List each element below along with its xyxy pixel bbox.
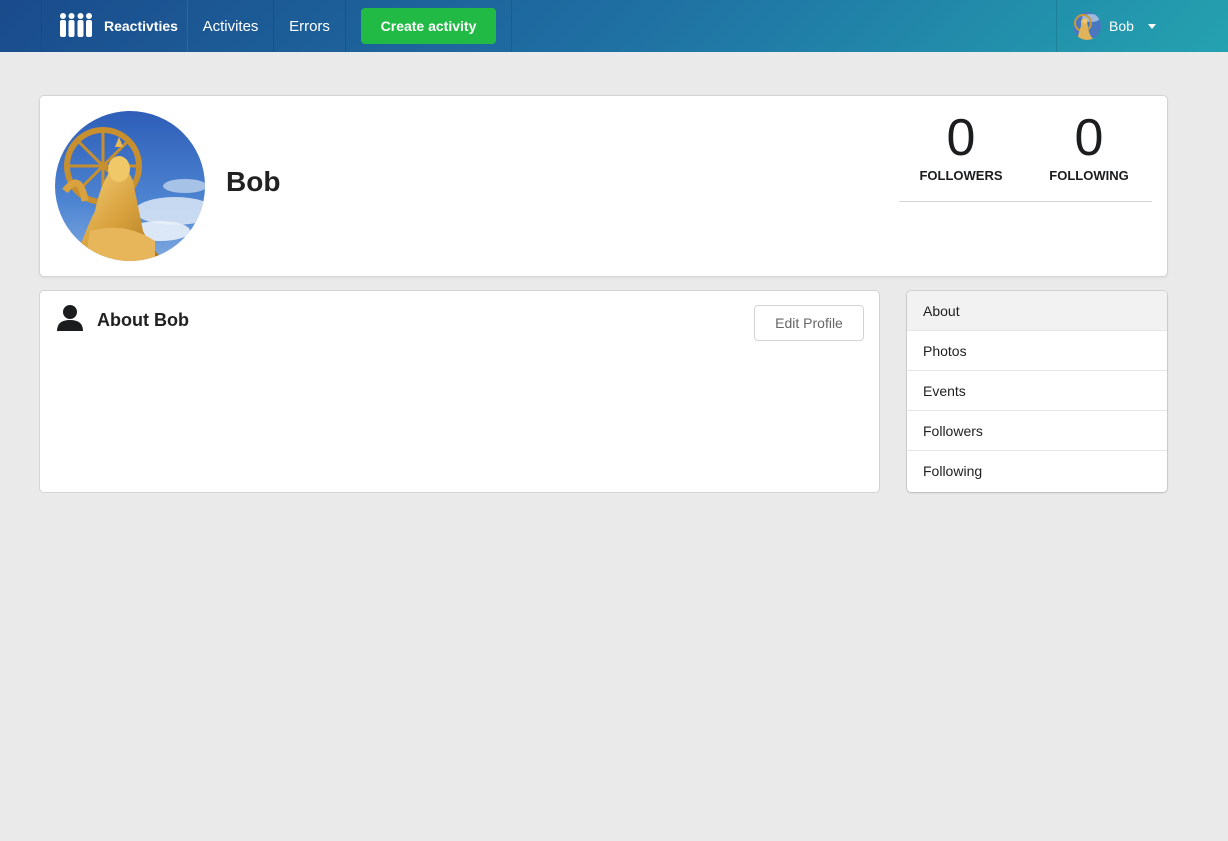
- menu-item-photos-label: Photos: [923, 342, 967, 359]
- top-navbar: Reactivties Activites Errors Create acti…: [0, 0, 1228, 52]
- nav-link-errors[interactable]: Errors: [274, 0, 346, 52]
- nav-link-activities-label: Activites: [202, 17, 259, 35]
- user-dropdown[interactable]: Bob: [1056, 0, 1228, 52]
- about-title: About Bob: [97, 310, 189, 330]
- nav-link-activities[interactable]: Activites: [188, 0, 274, 52]
- brand-name: Reactivties: [104, 18, 178, 34]
- people-logo-icon: [58, 12, 94, 41]
- profile-avatar: [55, 111, 205, 261]
- followers-label: FOLLOWERS: [919, 168, 1003, 183]
- menu-item-following-label: Following: [923, 463, 983, 479]
- following-label: FOLLOWING: [1049, 168, 1129, 183]
- profile-name: Bob: [226, 166, 281, 197]
- create-activity-wrapper: Create activity: [346, 0, 512, 52]
- caret-down-icon: [1147, 23, 1156, 29]
- menu-item-events-label: Events: [923, 382, 966, 399]
- user-avatar: [1073, 12, 1101, 40]
- followers-count: 0: [946, 109, 976, 167]
- followers-stat: 0 FOLLOWERS: [906, 110, 1016, 183]
- about-header: About Bob: [56, 304, 189, 337]
- nav-link-errors-label: Errors: [289, 17, 330, 35]
- menu-item-followers[interactable]: Followers: [907, 411, 1167, 451]
- menu-item-following[interactable]: Following: [907, 451, 1167, 491]
- stats-divider: [899, 201, 1152, 202]
- following-stat: 0 FOLLOWING: [1034, 110, 1144, 183]
- menu-item-events[interactable]: Events: [907, 371, 1167, 411]
- edit-profile-button[interactable]: Edit Profile: [754, 305, 864, 341]
- menu-item-followers-label: Followers: [923, 422, 983, 439]
- create-activity-button[interactable]: Create activity: [361, 8, 496, 44]
- profile-side-menu: About Photos Events Followers Following: [907, 291, 1167, 492]
- user-name: Bob: [1109, 18, 1134, 34]
- menu-item-about[interactable]: About: [907, 291, 1167, 331]
- following-count: 0: [1074, 109, 1104, 167]
- profile-header-card: Bob 0 FOLLOWERS 0 FOLLOWING: [40, 96, 1167, 276]
- menu-item-about-label: About: [923, 302, 960, 319]
- brand-link[interactable]: Reactivties: [41, 0, 188, 52]
- about-panel: About Bob Edit Profile: [40, 291, 879, 492]
- menu-item-photos[interactable]: Photos: [907, 331, 1167, 371]
- user-icon: [56, 304, 84, 337]
